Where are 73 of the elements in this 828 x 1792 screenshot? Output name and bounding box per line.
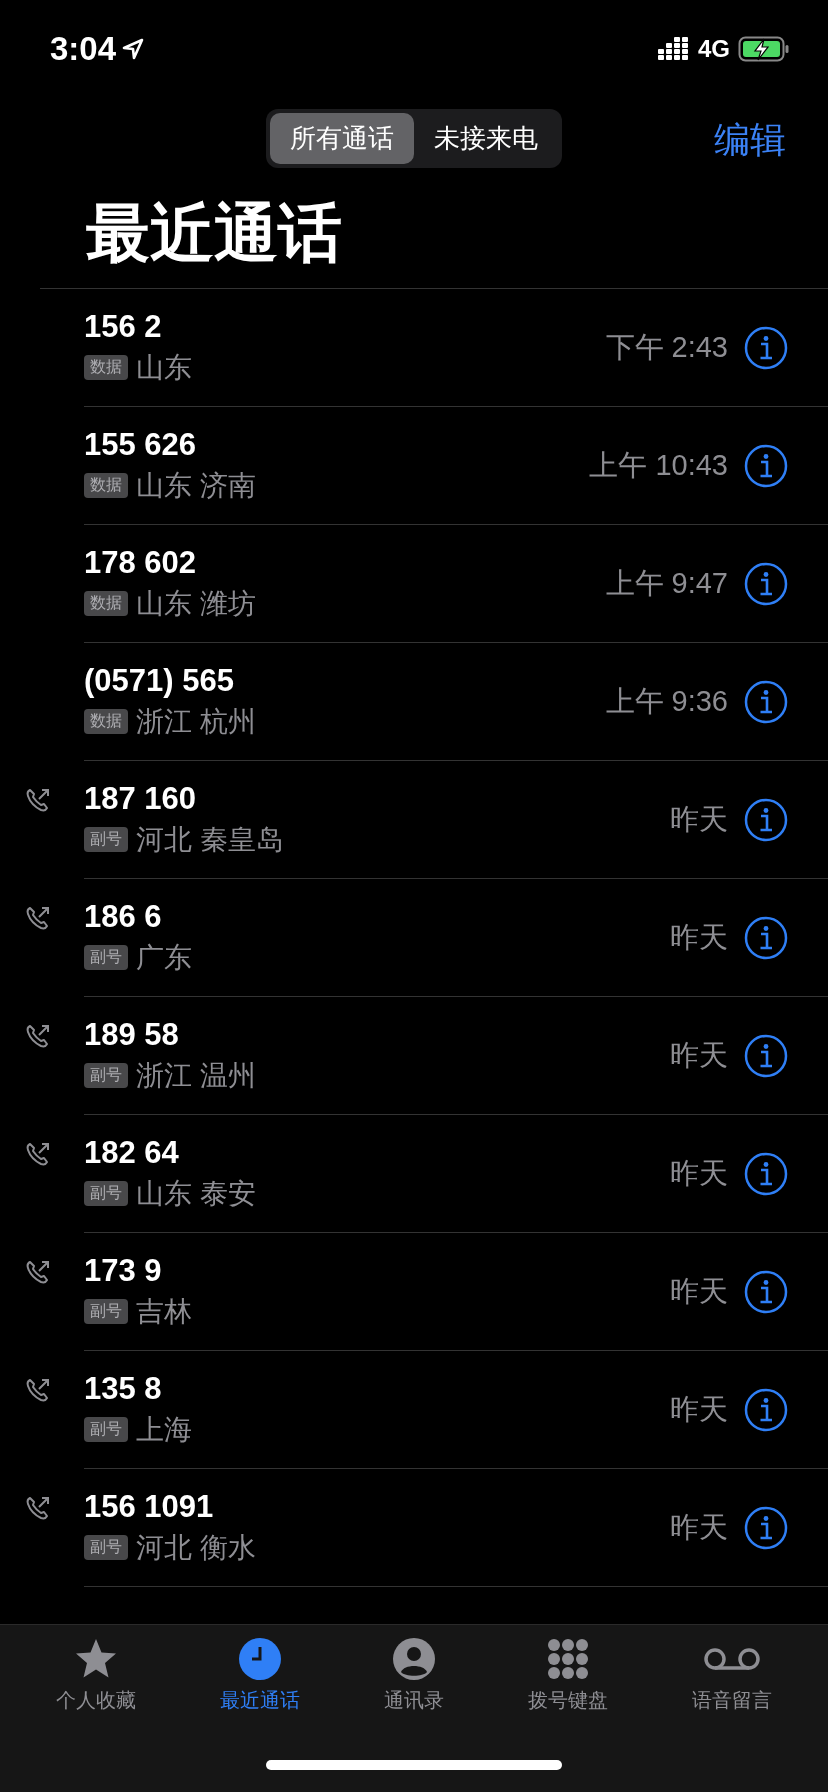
sim-badge: 副号 [84,1417,128,1443]
page-title: 最近通话 [40,178,828,290]
call-time: 下午 2:43 [605,329,728,365]
call-location: 广东 [136,940,192,975]
call-location: 山东 [136,350,192,385]
tab-bar-item[interactable]: 拨号键盘 [522,1625,614,1725]
keypad-icon [546,1637,590,1681]
info-icon[interactable] [744,915,788,960]
sim-badge: 数据 [84,591,128,617]
battery-icon [738,36,790,62]
call-location: 浙江 温州 [136,1058,256,1093]
call-location: 吉林 [136,1294,192,1329]
sim-badge: 数据 [84,709,128,735]
info-icon[interactable] [744,561,788,606]
phone-number: (0571) 565 [84,662,235,699]
call-time: 昨天 [670,801,728,837]
phone-number: 173 9 [84,1252,163,1289]
tab-bar-item[interactable]: 最近通话 [214,1625,306,1725]
sim-badge: 副号 [84,827,128,853]
phone-number: 189 58 [84,1016,180,1053]
call-time: 上午 10:43 [589,447,728,483]
call-location: 山东 泰安 [136,1176,256,1211]
call-time: 昨天 [670,919,728,955]
location-arrow-icon [122,38,145,60]
phone-number: 135 8 [84,1370,163,1407]
info-icon[interactable] [744,679,788,724]
tab-bar-item[interactable]: 通讯录 [378,1625,450,1725]
info-icon[interactable] [744,1033,788,1078]
call-time: 上午 9:47 [605,565,728,601]
call-time: 昨天 [670,1509,728,1545]
sim-badge: 副号 [84,1299,128,1325]
phone-number: 186 6 [84,898,163,935]
call-time: 昨天 [670,1155,728,1191]
sim-badge: 副号 [84,1063,128,1089]
sim-badge: 副号 [84,1535,128,1561]
call-location: 山东 潍坊 [136,586,256,621]
call-location: 河北 衡水 [136,1530,256,1565]
call-location: 浙江 杭州 [136,704,256,739]
signal-icon [658,37,690,61]
edit-button[interactable]: 编辑 [714,116,786,165]
call-location: 河北 秦皇岛 [136,822,284,857]
segment-tab[interactable]: 未接来电 [414,112,558,164]
phone-number: 182 64 [84,1134,180,1171]
info-icon[interactable] [744,797,788,842]
sim-badge: 数据 [84,473,128,499]
call-location: 上海 [136,1412,192,1447]
phone-number: 156 1091 [84,1488,215,1525]
tab-bar-item[interactable]: 个人收藏 [50,1625,142,1725]
info-icon[interactable] [744,1387,788,1432]
clock-icon [238,1637,282,1681]
person-icon [392,1637,436,1681]
star-icon [74,1637,118,1681]
network-type: 4G [698,35,730,63]
segment-tab[interactable]: 所有通话 [270,112,414,164]
info-icon[interactable] [744,1269,788,1314]
info-icon[interactable] [744,443,788,488]
phone-number: 187 160 [84,780,198,817]
sim-badge: 副号 [84,945,128,971]
info-icon[interactable] [744,325,788,370]
call-time: 昨天 [670,1273,728,1309]
phone-number: 155 626 [84,426,198,463]
phone-number: 178 602 [84,544,198,581]
sim-badge: 数据 [84,355,128,381]
call-time: 昨天 [670,1391,728,1427]
info-icon[interactable] [744,1505,788,1550]
tab-bar-item[interactable]: 语音留言 [686,1625,778,1725]
call-time: 上午 9:36 [605,683,728,719]
sim-badge: 副号 [84,1181,128,1207]
status-time: 3:04 [50,30,117,68]
call-location: 山东 济南 [136,468,256,503]
phone-number: 156 2 [84,308,163,345]
call-time: 昨天 [670,1037,728,1073]
info-icon[interactable] [744,1151,788,1196]
